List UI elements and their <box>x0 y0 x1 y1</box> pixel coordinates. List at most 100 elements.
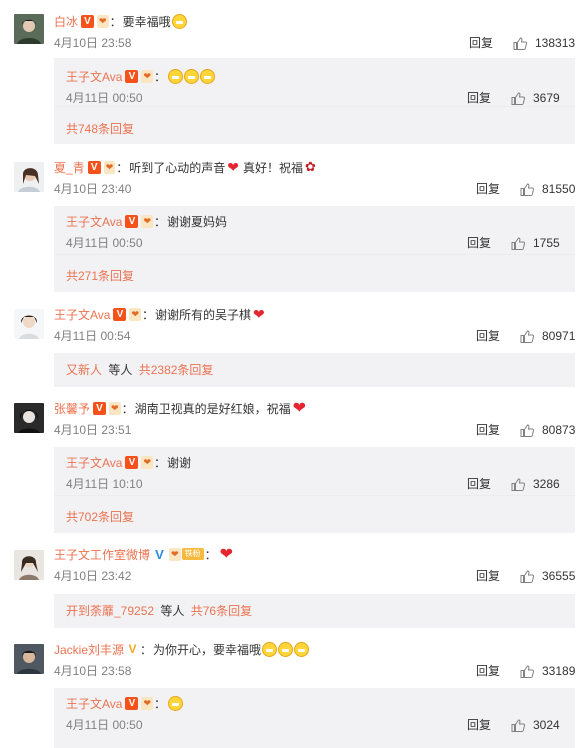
etal-text: 等人 <box>160 604 185 618</box>
reply-count[interactable]: 共76条回复 <box>191 604 252 618</box>
avatar[interactable] <box>14 644 44 674</box>
fan-badge-icon: ❤ <box>141 214 154 228</box>
view-replies-link[interactable]: 共748条回复 <box>66 120 134 138</box>
comment-time: 4月10日 23:51 <box>54 423 132 437</box>
grin-emoji-icon <box>168 695 184 711</box>
like-button[interactable]: 1755 <box>511 234 560 252</box>
username-link[interactable]: 夏_青 <box>54 159 85 176</box>
reply-time: 4月11日 00:50 <box>66 91 143 105</box>
reply-button[interactable]: 回复 <box>467 716 491 734</box>
divider <box>54 106 575 107</box>
fan-badge-icon: ❤ <box>141 696 154 710</box>
reply-button[interactable]: 回复 <box>476 421 500 439</box>
reply-text: 谢谢夏妈妈 <box>167 214 228 229</box>
thumbs-up-icon <box>513 37 527 50</box>
reply-button[interactable]: 回复 <box>467 475 491 493</box>
avatar[interactable] <box>14 14 44 44</box>
verified-badge-icon: V <box>81 14 95 28</box>
like-button[interactable]: 81550 <box>520 180 575 198</box>
thumbs-up-icon <box>511 237 525 250</box>
reply-box: 又新人 等人 共2382条回复 <box>54 353 575 387</box>
verified-badge-icon: V <box>125 69 139 83</box>
thumbs-up-icon <box>511 92 525 105</box>
reply-count[interactable]: 共2382条回复 <box>139 363 214 377</box>
thumbs-up-icon <box>520 330 534 343</box>
verified-badge-icon: V <box>113 307 127 321</box>
colon: ： <box>154 696 167 711</box>
reply-button[interactable]: 回复 <box>469 34 493 52</box>
comment-time: 4月10日 23:42 <box>54 569 132 583</box>
view-replies-link[interactable]: 又新人 等人 共2382条回复 <box>66 361 213 379</box>
grin-emoji-icon <box>278 641 294 657</box>
colon: ： <box>204 547 217 562</box>
comment-text: 湖南卫视真的是好红娘，祝福 <box>134 401 291 416</box>
reply-button[interactable]: 回复 <box>467 89 491 107</box>
username-link[interactable]: Jackie刘丰源 <box>54 641 124 658</box>
avatar[interactable] <box>14 550 44 580</box>
comment-text: 为你开心，要幸福哦 <box>153 642 262 657</box>
username-link[interactable]: 白冰 <box>54 13 78 30</box>
reply-box: 王子文Ava V ❤ ： 谢谢 4月11日 10:10 回复 3286 共702… <box>54 447 575 533</box>
comment-time: 4月10日 23:40 <box>54 182 132 196</box>
like-button[interactable]: 3024 <box>511 716 560 734</box>
like-button[interactable]: 138313 <box>513 34 575 52</box>
username-link[interactable]: 王子文Ava <box>66 695 122 712</box>
colon: ： <box>140 642 153 657</box>
thumbs-up-icon <box>511 719 525 732</box>
username-link[interactable]: 王子文工作室微博 <box>54 546 150 563</box>
reply-user-link[interactable]: 开到荼蘼_79252 <box>66 604 154 618</box>
view-replies-link[interactable]: 共702条回复 <box>66 508 134 526</box>
avatar[interactable] <box>14 403 44 433</box>
thumbs-up-icon <box>511 478 525 491</box>
username-link[interactable]: 王子文Ava <box>66 454 122 471</box>
kiss-emoji-icon <box>171 13 187 29</box>
reply-button[interactable]: 回复 <box>476 662 500 680</box>
colon: ： <box>116 160 129 175</box>
like-button[interactable]: 80971 <box>520 327 575 345</box>
thumbs-up-icon <box>520 424 534 437</box>
view-replies-link[interactable]: 共271条回复 <box>66 267 134 285</box>
like-count: 1755 <box>533 236 560 250</box>
like-button[interactable]: 36555 <box>520 567 575 585</box>
reply-button[interactable]: 回复 <box>476 327 500 345</box>
grin-emoji-icon <box>168 68 184 84</box>
reply-text: 谢谢 <box>167 455 192 470</box>
verified-badge-icon: V <box>125 455 139 469</box>
verified-badge-icon: V <box>125 696 139 710</box>
username-link[interactable]: 张馨予 <box>54 400 90 417</box>
reply-user-link[interactable]: 又新人 <box>66 363 102 377</box>
fan-badge-icon: ❤ <box>129 307 142 321</box>
username-link[interactable]: 王子文Ava <box>66 68 122 85</box>
reply-box: 王子文Ava V ❤ ： 4月11日 00:50 回复 3679 共748条回复 <box>54 58 575 144</box>
fan-level-badge: 铁粉 <box>181 548 204 560</box>
reply-button[interactable]: 回复 <box>467 234 491 252</box>
grin-emoji-icon <box>184 68 200 84</box>
like-count: 81550 <box>542 182 576 196</box>
like-button[interactable]: 3679 <box>511 89 560 107</box>
heart-icon: ❤ <box>227 158 239 175</box>
verified-badge-icon: V <box>87 160 101 174</box>
reply-button[interactable]: 回复 <box>476 180 500 198</box>
avatar[interactable] <box>14 162 44 192</box>
username-link[interactable]: 王子文Ava <box>54 306 110 323</box>
reply-button[interactable]: 回复 <box>476 567 500 585</box>
verified-blue-icon: V <box>155 546 164 562</box>
fan-badge-icon: ❤ <box>141 69 154 83</box>
username-link[interactable]: 王子文Ava <box>66 213 122 230</box>
avatar[interactable] <box>14 309 44 339</box>
like-button[interactable]: 3286 <box>511 475 560 493</box>
like-button[interactable]: 33189 <box>520 662 575 680</box>
like-count: 138313 <box>535 36 576 50</box>
colon: ： <box>154 214 167 229</box>
colon: ： <box>154 455 167 470</box>
grin-emoji-icon <box>200 68 216 84</box>
like-button[interactable]: 80873 <box>520 421 575 439</box>
grin-emoji-icon <box>262 641 278 657</box>
colon: ： <box>121 401 134 416</box>
view-replies-link[interactable]: 开到荼蘼_79252 等人 共76条回复 <box>66 602 252 620</box>
like-count: 33189 <box>542 664 576 678</box>
like-count: 36555 <box>542 569 576 583</box>
thumbs-up-icon <box>520 570 534 583</box>
heart-icon: ❤ <box>253 305 265 322</box>
like-count: 80971 <box>542 329 576 343</box>
